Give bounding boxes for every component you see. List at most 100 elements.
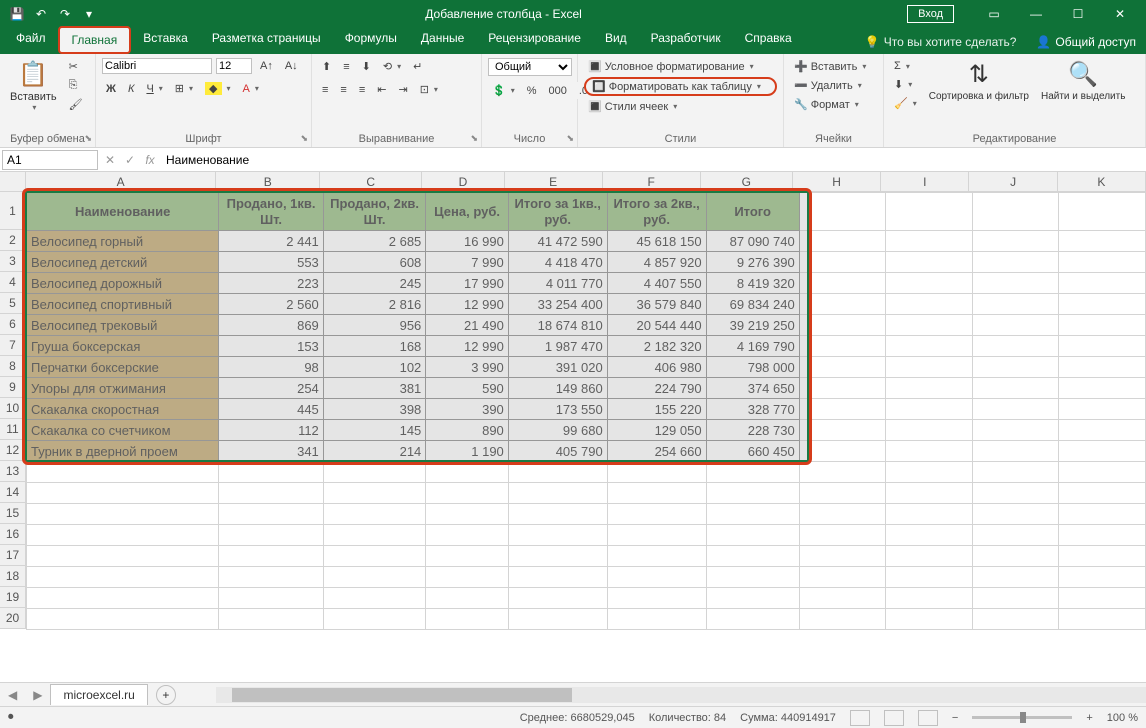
cell[interactable]: 17 990	[426, 273, 509, 294]
cell[interactable]: Продано, 1кв. Шт.	[219, 193, 323, 231]
font-expand-icon[interactable]: ⬊	[300, 133, 308, 144]
cell[interactable]: 608	[323, 252, 426, 273]
sheet-nav-prev-icon[interactable]: ◀	[0, 688, 25, 702]
merge-button[interactable]: ⊡▾	[416, 81, 442, 98]
tab-данные[interactable]: Данные	[409, 26, 476, 54]
cell[interactable]	[886, 193, 973, 231]
cell[interactable]: Велосипед детский	[27, 252, 219, 273]
cell[interactable]: 4 169 790	[706, 336, 799, 357]
cell[interactable]: 9 276 390	[706, 252, 799, 273]
cell[interactable]	[508, 546, 607, 567]
cell[interactable]	[323, 483, 426, 504]
cell[interactable]: 45 618 150	[607, 231, 706, 252]
align-top-button[interactable]: ⬆	[318, 58, 335, 75]
cell[interactable]	[508, 483, 607, 504]
cell[interactable]	[886, 357, 973, 378]
cut-button[interactable]: ✂	[65, 58, 87, 75]
percent-button[interactable]: %	[523, 82, 541, 99]
row-header[interactable]: 17	[0, 545, 25, 566]
row-header[interactable]: 13	[0, 461, 25, 482]
record-macro-icon[interactable]: ⏺	[8, 711, 14, 724]
cell[interactable]: 173 550	[508, 399, 607, 420]
comma-button[interactable]: 000	[545, 82, 571, 99]
column-header[interactable]: G	[701, 172, 793, 191]
align-left-button[interactable]: ≡	[318, 81, 332, 98]
cell[interactable]: 1 190	[426, 441, 509, 462]
cell[interactable]	[972, 483, 1059, 504]
cell[interactable]: 2 441	[219, 231, 323, 252]
sort-filter-button[interactable]: ⇅ Сортировка и фильтр	[925, 58, 1033, 112]
cell[interactable]: 112	[219, 420, 323, 441]
add-sheet-button[interactable]: +	[156, 685, 176, 705]
cell[interactable]	[799, 546, 886, 567]
cell[interactable]: Велосипед спортивный	[27, 294, 219, 315]
cell[interactable]: 33 254 400	[508, 294, 607, 315]
cell[interactable]	[27, 588, 219, 609]
alignment-expand-icon[interactable]: ⬊	[470, 133, 478, 144]
row-header[interactable]: 10	[0, 398, 25, 419]
cell[interactable]	[27, 546, 219, 567]
row-header[interactable]: 14	[0, 482, 25, 503]
cell[interactable]	[972, 273, 1059, 294]
row-header[interactable]: 20	[0, 608, 25, 629]
row-header[interactable]: 16	[0, 524, 25, 545]
cell[interactable]	[799, 294, 886, 315]
cell[interactable]	[886, 336, 973, 357]
cell[interactable]: 2 560	[219, 294, 323, 315]
select-all-corner[interactable]	[0, 172, 26, 192]
undo-icon[interactable]: ↶	[30, 3, 52, 25]
cell[interactable]	[426, 609, 509, 630]
cell[interactable]	[607, 567, 706, 588]
cell[interactable]: 87 090 740	[706, 231, 799, 252]
cell[interactable]	[27, 609, 219, 630]
cell[interactable]	[219, 588, 323, 609]
cell[interactable]	[323, 567, 426, 588]
cell[interactable]	[1059, 399, 1146, 420]
format-cells-button[interactable]: 🔧 Формат▾	[790, 96, 877, 113]
row-header[interactable]: 8	[0, 356, 25, 377]
align-bottom-button[interactable]: ⬇	[358, 58, 375, 75]
font-name-combo[interactable]	[102, 58, 212, 74]
cell[interactable]	[972, 357, 1059, 378]
maximize-icon[interactable]: ☐	[1058, 3, 1098, 25]
cell[interactable]	[972, 546, 1059, 567]
cell[interactable]: 223	[219, 273, 323, 294]
cell[interactable]: 405 790	[508, 441, 607, 462]
cell[interactable]	[1059, 357, 1146, 378]
cell[interactable]: 41 472 590	[508, 231, 607, 252]
fx-icon[interactable]: fx	[140, 153, 160, 167]
cell[interactable]	[219, 546, 323, 567]
cancel-formula-icon[interactable]: ✕	[100, 153, 120, 167]
cell[interactable]: 153	[219, 336, 323, 357]
align-middle-button[interactable]: ≡	[339, 58, 353, 75]
cell[interactable]	[799, 357, 886, 378]
cell[interactable]	[972, 462, 1059, 483]
cell[interactable]	[972, 294, 1059, 315]
column-header[interactable]: I	[881, 172, 969, 191]
cell[interactable]: 20 544 440	[607, 315, 706, 336]
row-header[interactable]: 9	[0, 377, 25, 398]
cell[interactable]: 4 418 470	[508, 252, 607, 273]
column-header[interactable]: F	[603, 172, 701, 191]
cell[interactable]: Цена, руб.	[426, 193, 509, 231]
close-icon[interactable]: ✕	[1100, 3, 1140, 25]
cell[interactable]: Скакалка со счетчиком	[27, 420, 219, 441]
cell[interactable]	[799, 504, 886, 525]
cell[interactable]: 36 579 840	[607, 294, 706, 315]
cell[interactable]	[972, 504, 1059, 525]
cell[interactable]: 129 050	[607, 420, 706, 441]
cell[interactable]	[1059, 483, 1146, 504]
cell[interactable]: Перчатки боксерские	[27, 357, 219, 378]
number-expand-icon[interactable]: ⬊	[566, 133, 574, 144]
cell[interactable]: 398	[323, 399, 426, 420]
underline-button[interactable]: Ч▾	[142, 80, 166, 97]
cell[interactable]	[886, 525, 973, 546]
cell[interactable]	[27, 525, 219, 546]
cell[interactable]	[219, 525, 323, 546]
cell[interactable]	[972, 336, 1059, 357]
cell[interactable]	[1059, 525, 1146, 546]
cell[interactable]: 374 650	[706, 378, 799, 399]
spreadsheet-grid[interactable]: ABCDEFGHIJK 1234567891011121314151617181…	[0, 172, 1146, 682]
column-header[interactable]: A	[26, 172, 216, 191]
zoom-slider[interactable]	[972, 716, 1072, 719]
